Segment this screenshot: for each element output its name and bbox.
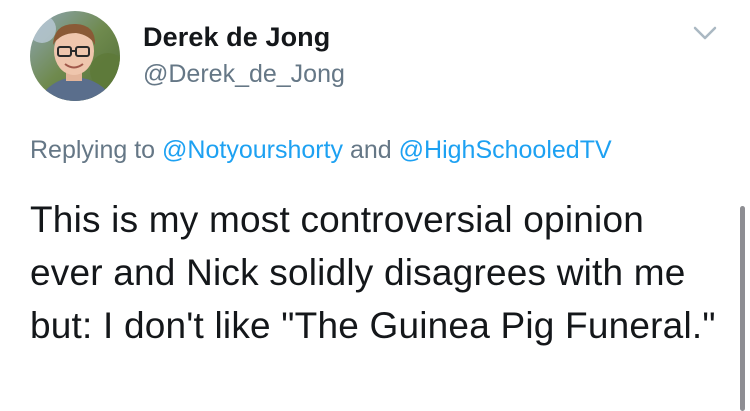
chevron-down-icon[interactable] <box>689 22 721 44</box>
avatar-image <box>30 11 120 101</box>
avatar[interactable] <box>30 11 120 101</box>
mention-link-2[interactable]: @HighSchooledTV <box>399 136 612 164</box>
tweet-text: This is my most controversial opinion ev… <box>30 199 716 346</box>
tweet-card: Derek de Jong @Derek_de_Jong Replying to… <box>0 0 750 411</box>
replying-conjunction: and <box>349 136 392 164</box>
scrollbar[interactable] <box>740 206 745 411</box>
author-display-name[interactable]: Derek de Jong <box>143 22 330 53</box>
replying-to-line: Replying to @Notyourshorty and @HighScho… <box>30 136 612 165</box>
mention-link-1[interactable]: @Notyourshorty <box>162 136 343 164</box>
replying-prefix: Replying to <box>30 136 156 164</box>
author-handle[interactable]: @Derek_de_Jong <box>143 60 345 89</box>
